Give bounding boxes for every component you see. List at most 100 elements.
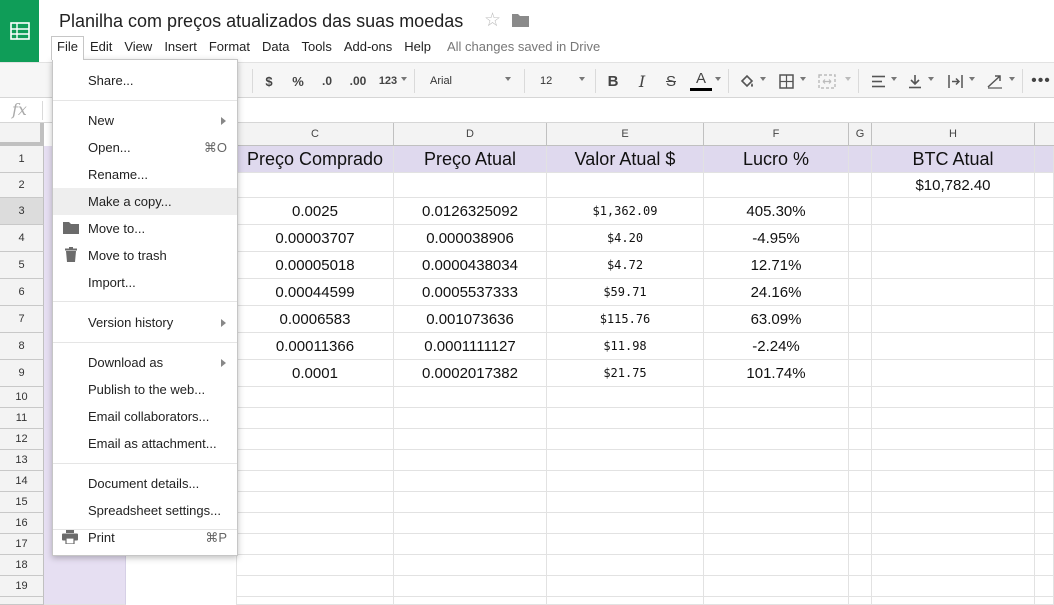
empty-cell[interactable]	[849, 450, 872, 471]
empty-cell[interactable]	[704, 576, 849, 597]
table-cell[interactable]: 24.16%	[704, 279, 849, 306]
row-header[interactable]: 18	[0, 555, 44, 576]
cell-g1[interactable]	[849, 146, 872, 173]
table-cell[interactable]: 0.00011366	[237, 333, 394, 360]
empty-cell[interactable]	[1035, 450, 1054, 471]
italic-button[interactable]: I	[633, 69, 651, 93]
header-preco-comprado[interactable]: Preço Comprado	[237, 146, 394, 173]
menu-spreadsheet-settings[interactable]: Spreadsheet settings...	[53, 497, 237, 524]
table-cell[interactable]: $4.20	[547, 225, 704, 252]
empty-cell[interactable]	[1035, 513, 1054, 534]
empty-cell[interactable]	[849, 360, 872, 387]
empty-cell[interactable]	[849, 408, 872, 429]
empty-cell[interactable]	[394, 576, 547, 597]
row-header[interactable]: 14	[0, 471, 44, 492]
empty-cell[interactable]	[872, 306, 1035, 333]
vertical-align-icon[interactable]	[905, 69, 925, 93]
menu-insert[interactable]: Insert	[158, 36, 203, 60]
sheets-logo-icon[interactable]	[0, 0, 39, 62]
menu-rename[interactable]: Rename...	[53, 161, 237, 188]
empty-cell[interactable]	[394, 534, 547, 555]
row-header[interactable]	[0, 597, 44, 605]
menu-version-history[interactable]: Version history	[53, 309, 237, 336]
empty-cell[interactable]	[849, 597, 872, 605]
empty-cell[interactable]	[704, 429, 849, 450]
more-options-icon[interactable]: •••	[1031, 69, 1050, 93]
folder-icon[interactable]	[512, 13, 529, 32]
empty-cell[interactable]	[1035, 492, 1054, 513]
empty-cell[interactable]	[394, 408, 547, 429]
document-title[interactable]: Planilha com preços atualizados das suas…	[59, 11, 463, 32]
empty-cell[interactable]	[547, 471, 704, 492]
empty-cell[interactable]	[872, 555, 1035, 576]
table-cell[interactable]: 405.30%	[704, 198, 849, 225]
row-header[interactable]: 1	[0, 146, 44, 173]
column-header-g[interactable]: G	[849, 123, 872, 146]
empty-cell[interactable]	[237, 534, 394, 555]
empty-cell[interactable]	[237, 429, 394, 450]
menu-view[interactable]: View	[118, 36, 158, 60]
row-header[interactable]: 19	[0, 576, 44, 597]
empty-cell[interactable]	[849, 333, 872, 360]
table-cell[interactable]: 0.0001111127	[394, 333, 547, 360]
empty-cell[interactable]	[1035, 534, 1054, 555]
table-cell[interactable]: $21.75	[547, 360, 704, 387]
empty-cell[interactable]	[1035, 576, 1054, 597]
text-rotation-icon[interactable]	[984, 69, 1006, 93]
empty-cell[interactable]	[704, 513, 849, 534]
menu-publish-to-web[interactable]: Publish to the web...	[53, 376, 237, 403]
table-cell[interactable]: 0.00005018	[237, 252, 394, 279]
empty-cell[interactable]	[1035, 429, 1054, 450]
increase-decimals-button[interactable]: .00	[346, 69, 370, 93]
empty-cell[interactable]	[1035, 252, 1054, 279]
menu-document-details[interactable]: Document details...	[53, 470, 237, 497]
empty-cell[interactable]	[1035, 279, 1054, 306]
empty-cell[interactable]	[394, 471, 547, 492]
header-lucro[interactable]: Lucro %	[704, 146, 849, 173]
empty-cell[interactable]	[1035, 333, 1054, 360]
menu-file[interactable]: File	[51, 36, 84, 60]
empty-cell[interactable]	[547, 387, 704, 408]
currency-format-button[interactable]: $	[260, 69, 278, 93]
empty-cell[interactable]	[872, 576, 1035, 597]
column-header-c[interactable]: C	[237, 123, 394, 146]
menu-tools[interactable]: Tools	[295, 36, 337, 60]
empty-cell[interactable]	[547, 597, 704, 605]
menu-import[interactable]: Import...	[53, 269, 237, 296]
row-header[interactable]: 9	[0, 360, 44, 387]
menu-help[interactable]: Help	[398, 36, 437, 60]
empty-cell[interactable]	[1035, 198, 1054, 225]
empty-cell[interactable]	[704, 387, 849, 408]
menu-email-as-attachment[interactable]: Email as attachment...	[53, 430, 237, 457]
empty-cell[interactable]	[872, 198, 1035, 225]
empty-cell[interactable]	[547, 576, 704, 597]
empty-cell[interactable]	[872, 333, 1035, 360]
empty-cell[interactable]	[849, 198, 872, 225]
row-header[interactable]: 11	[0, 408, 44, 429]
table-cell[interactable]: 0.00003707	[237, 225, 394, 252]
table-cell[interactable]: 0.0002017382	[394, 360, 547, 387]
row-header[interactable]: 13	[0, 450, 44, 471]
table-cell[interactable]: 0.0001	[237, 360, 394, 387]
header-valor-atual[interactable]: Valor Atual $	[547, 146, 704, 173]
table-cell[interactable]: 63.09%	[704, 306, 849, 333]
star-icon[interactable]: ☆	[484, 11, 501, 31]
cell-i2[interactable]	[1035, 173, 1054, 198]
cell-d2[interactable]	[394, 173, 547, 198]
table-cell[interactable]: 0.001073636	[394, 306, 547, 333]
select-all-corner[interactable]	[0, 123, 44, 146]
row-header[interactable]: 17	[0, 534, 44, 555]
table-cell[interactable]: -2.24%	[704, 333, 849, 360]
empty-cell[interactable]	[547, 534, 704, 555]
menu-format[interactable]: Format	[203, 36, 256, 60]
column-header-e[interactable]: E	[547, 123, 704, 146]
empty-cell[interactable]	[849, 576, 872, 597]
empty-cell[interactable]	[394, 513, 547, 534]
decrease-decimals-button[interactable]: .0	[317, 69, 337, 93]
font-size-dropdown[interactable]: 12	[540, 69, 584, 93]
empty-cell[interactable]	[704, 471, 849, 492]
empty-cell[interactable]	[872, 534, 1035, 555]
table-cell[interactable]: 0.0005537333	[394, 279, 547, 306]
btc-value[interactable]: $10,782.40	[872, 173, 1035, 198]
borders-icon[interactable]	[776, 69, 796, 93]
